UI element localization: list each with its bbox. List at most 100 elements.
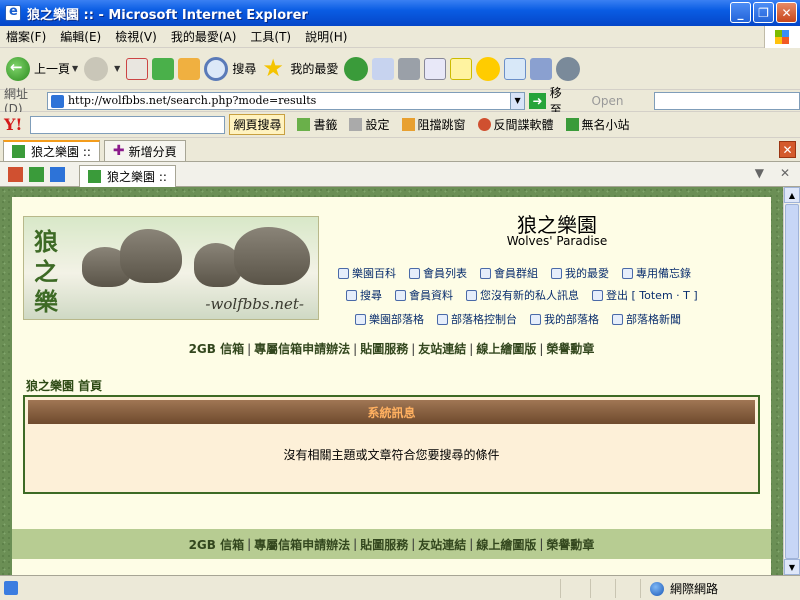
menu-favorites[interactable]: 我的最愛(A) — [171, 28, 237, 45]
close-tab-icon[interactable]: ✕ — [779, 141, 796, 158]
forward-dropdown-icon[interactable]: ▼ — [114, 64, 120, 73]
antispy-icon — [477, 118, 491, 131]
messenger-smiley-icon[interactable] — [476, 56, 501, 81]
tab-list-dropdown-icon[interactable]: ▼ — [755, 166, 764, 180]
open-button[interactable]: Open — [591, 94, 623, 108]
link-image-service[interactable]: 貼圖服務 — [360, 342, 408, 356]
nav-logout[interactable]: 登出 [ Totem · T ] — [592, 287, 698, 303]
back-label: 上一頁 — [34, 62, 71, 76]
print-icon[interactable] — [398, 57, 421, 80]
bottom-link-bar: 2GB 信箱 | 專屬信箱申請辦法 | 貼圖服務 | 友站連結 | 線上繪圖版 | 榮譽勳章 — [12, 529, 771, 559]
bookmarks-label: 書籤 — [313, 118, 338, 132]
subtab-wolf-paradise[interactable]: 狼之樂園 :: — [79, 164, 176, 187]
link-medals[interactable]: 榮譽勳章 — [546, 536, 594, 553]
ime-icon[interactable] — [504, 57, 527, 80]
yahoo-search-input[interactable] — [30, 115, 226, 134]
refresh-icon[interactable] — [152, 57, 175, 80]
page-status-icon — [4, 581, 18, 595]
add-small-icon[interactable] — [50, 166, 65, 182]
menu-edit[interactable]: 編輯(E) — [60, 28, 101, 45]
home-small-icon[interactable] — [8, 166, 23, 182]
address-dropdown-icon[interactable]: ▼ — [510, 91, 526, 110]
tab-wolf-paradise[interactable]: 狼之樂園 :: — [3, 140, 100, 161]
link-medals[interactable]: 榮譽勳章 — [546, 342, 594, 356]
new-tab-label: 新增分頁 — [128, 144, 177, 159]
settings-button[interactable]: 設定 — [349, 116, 390, 133]
nav-favorites[interactable]: 我的最愛 — [551, 265, 609, 281]
banner-char: 園 — [34, 317, 64, 319]
menu-help[interactable]: 說明(H) — [305, 28, 347, 45]
favorites-button[interactable]: ★ 我的最愛 — [262, 56, 338, 81]
close-button[interactable]: ✕ — [776, 2, 797, 23]
nav-groups[interactable]: 會員群組 — [480, 265, 538, 281]
back-dropdown-icon[interactable]: ▼ — [72, 64, 78, 73]
mail-icon[interactable] — [372, 57, 395, 80]
status-divider — [640, 579, 641, 598]
nav-search[interactable]: 搜尋 — [346, 287, 382, 303]
antispy-button[interactable]: 反間諜軟體 — [477, 116, 554, 133]
menu-view[interactable]: 檢視(V) — [115, 28, 157, 45]
link-2gb-mail[interactable]: 2GB 信箱 — [189, 342, 245, 356]
nav-memo[interactable]: 專用備忘錄 — [622, 265, 691, 281]
link-oekaki[interactable]: 線上繪圖版 — [476, 536, 536, 553]
scroll-down-icon[interactable]: ▼ — [784, 559, 800, 575]
scroll-up-icon[interactable]: ▲ — [784, 187, 800, 203]
search-button[interactable]: 搜尋 — [204, 56, 256, 81]
nav-wiki[interactable]: 樂園百科 — [338, 265, 396, 281]
globe-icon — [650, 581, 664, 596]
yahoo-logo[interactable]: Y! — [4, 115, 22, 134]
popup-block-button[interactable]: 阻擋跳窗 — [401, 116, 466, 133]
nav-my-blog[interactable]: 我的部落格 — [530, 311, 599, 327]
standard-toolbar: 上一頁 ▼ ▼ 搜尋 ★ 我的最愛 — [0, 48, 800, 90]
menu-tools[interactable]: 工具(T) — [250, 28, 291, 45]
vertical-scrollbar[interactable]: ▲ ▼ — [783, 187, 800, 575]
home-icon[interactable] — [178, 57, 201, 80]
breadcrumb[interactable]: 狼之樂園 首頁 — [26, 377, 102, 394]
zone-label: 網際網路 — [670, 582, 719, 596]
go-arrow-icon: ➜ — [529, 92, 546, 109]
bookmarks-button[interactable]: 書籤 — [297, 116, 337, 133]
status-divider — [615, 579, 616, 598]
link-mail-apply[interactable]: 專屬信箱申請辦法 — [254, 536, 350, 553]
edit-icon[interactable] — [424, 57, 447, 80]
history-icon[interactable] — [344, 56, 369, 81]
top-link-bar: 2GB 信箱 | 專屬信箱申請辦法 | 貼圖服務 | 友站連結 | 線上繪圖版 | 榮譽勳章 — [188, 342, 595, 356]
research-icon[interactable] — [530, 57, 553, 80]
back-button[interactable]: 上一頁 ▼ — [6, 56, 78, 81]
address-input[interactable]: http://wolfbbs.net/search.php?mode=resul… — [46, 91, 511, 110]
list-icon — [437, 313, 448, 325]
web-search-button[interactable]: 網頁搜尋 — [229, 114, 286, 135]
stop-icon[interactable] — [126, 57, 149, 80]
link-oekaki[interactable]: 線上繪圖版 — [476, 342, 536, 356]
link-mail-apply[interactable]: 專屬信箱申請辦法 — [254, 342, 350, 356]
page-small-icon[interactable] — [29, 166, 44, 182]
maximize-button[interactable]: ❐ — [753, 2, 774, 23]
nav-blog-control[interactable]: 部落格控制台 — [437, 311, 517, 327]
minimize-button[interactable]: _ — [730, 2, 751, 23]
close-subtab-icon[interactable]: ✕ — [780, 166, 790, 180]
nav-row-1: 樂園百科 會員列表 會員群組 我的最愛 專用備忘錄 — [338, 265, 704, 281]
unnamed-site-label: 無名小站 — [581, 118, 630, 132]
nav-memberlist[interactable]: 會員列表 — [409, 265, 467, 281]
settings-icon — [349, 118, 363, 131]
search-icon — [204, 56, 229, 81]
toolbar-search-input[interactable] — [653, 91, 800, 110]
scroll-thumb[interactable] — [785, 204, 799, 559]
forward-button[interactable]: ▼ — [84, 56, 120, 81]
link-friend-sites[interactable]: 友站連結 — [418, 342, 466, 356]
nav-profile[interactable]: 會員資料 — [395, 287, 453, 303]
nav-private-messages[interactable]: 您沒有新的私人訊息 — [466, 287, 579, 303]
note-icon[interactable] — [450, 57, 473, 80]
yahoo-toolbar: Y! 網頁搜尋 書籤 設定 阻擋跳窗 反間諜軟體 無名小站 — [0, 112, 800, 138]
menu-file[interactable]: 檔案(F) — [6, 28, 46, 45]
unnamed-site-button[interactable]: 無名小站 — [565, 116, 630, 133]
link-friend-sites[interactable]: 友站連結 — [418, 536, 466, 553]
chat-bubble-icon[interactable] — [556, 56, 581, 81]
nav-blog[interactable]: 樂園部落格 — [355, 311, 424, 327]
help-icon — [338, 267, 349, 279]
new-tab-button[interactable]: ✚ 新增分頁 — [103, 140, 186, 161]
nav-blog-news[interactable]: 部落格新聞 — [612, 311, 681, 327]
site-banner[interactable]: 狼 之 樂 園 -wolfbbs.net- — [23, 216, 319, 320]
link-image-service[interactable]: 貼圖服務 — [360, 536, 408, 553]
link-2gb-mail[interactable]: 2GB 信箱 — [189, 536, 245, 553]
